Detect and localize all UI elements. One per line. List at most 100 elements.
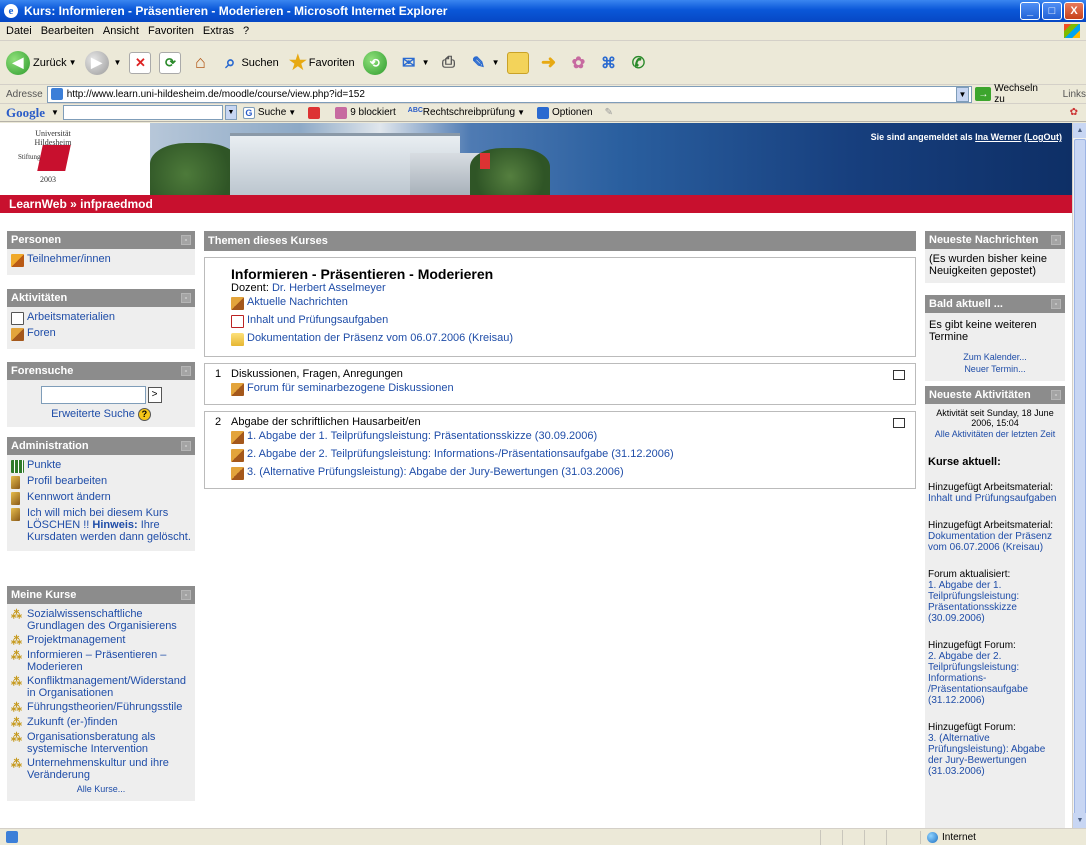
menu-favoriten[interactable]: Favoriten xyxy=(148,25,194,37)
all-courses-link[interactable]: Alle Kurse... xyxy=(77,784,126,794)
materials-link[interactable]: Arbeitsmaterialien xyxy=(11,311,191,325)
logout-link[interactable]: (LogOut) xyxy=(1024,132,1062,142)
close-button[interactable]: X xyxy=(1064,2,1084,20)
options-button[interactable]: Optionen xyxy=(536,106,593,119)
chevron-down-icon[interactable]: ▼ xyxy=(69,58,77,67)
chevron-down-icon[interactable]: ▼ xyxy=(517,108,525,117)
chevron-down-icon[interactable]: ▼ xyxy=(288,108,296,117)
course-link[interactable]: ⁂ Führungstheorien/Führungsstile xyxy=(11,701,191,714)
menu-extras[interactable]: Extras xyxy=(203,25,234,37)
chevron-down-icon[interactable]: ▼ xyxy=(422,58,430,67)
all-activities-link[interactable]: Alle Aktivitäten der letzten Zeit xyxy=(935,429,1056,439)
back-button[interactable]: ◀ Zurück ▼ xyxy=(6,50,77,75)
lecturer-link[interactable]: Dr. Herbert Asselmeyer xyxy=(272,282,386,294)
forum-link[interactable]: 1. Abgabe der 1. Teilprüfungsleistung: P… xyxy=(231,430,915,444)
change-password-link[interactable]: Kennwort ändern xyxy=(11,491,191,505)
activity-link[interactable]: 1. Abgabe der 1. Teilprüfungsleistung: P… xyxy=(928,580,1062,624)
google-pagerank-button[interactable] xyxy=(308,106,323,119)
go-button[interactable]: → Wechseln zu xyxy=(975,83,1050,105)
forums-link[interactable]: Foren xyxy=(11,327,191,341)
spellcheck-button[interactable]: ABC Rechtschreibprüfung ▼ xyxy=(408,107,525,119)
section-toggle-checkbox[interactable] xyxy=(893,370,905,380)
menu-bearbeiten[interactable]: Bearbeiten xyxy=(41,25,94,37)
research-button[interactable]: ⌘ xyxy=(597,52,619,74)
chevron-down-icon[interactable]: ▼ xyxy=(492,58,500,67)
breadcrumb[interactable]: LearnWeb » infpraedmod xyxy=(0,195,1072,213)
window-title-bar[interactable]: e Kurs: Informieren - Präsentieren - Mod… xyxy=(0,0,1086,22)
collapse-icon[interactable]: - xyxy=(181,235,191,245)
google-search-button[interactable]: G Suche ▼ xyxy=(242,106,296,119)
mail-button[interactable]: ✉ ▼ xyxy=(398,52,430,74)
translate-icon[interactable]: ✿ xyxy=(1070,107,1078,118)
forum-link[interactable]: 2. Abgabe der 2. Teilprüfungsleistung: I… xyxy=(231,448,915,462)
activity-link[interactable]: Inhalt und Prüfungsaufgaben xyxy=(928,493,1062,504)
activity-link[interactable]: Dokumentation der Präsenz vom 06.07.2006… xyxy=(928,531,1062,553)
msn-button[interactable]: ✿ xyxy=(567,52,589,74)
menu-ansicht[interactable]: Ansicht xyxy=(103,25,139,37)
minimize-button[interactable]: _ xyxy=(1020,2,1040,20)
maximize-button[interactable]: □ xyxy=(1042,2,1062,20)
forum-link[interactable]: 3. (Alternative Prüfungsleistung): Abgab… xyxy=(231,466,915,480)
activity-link[interactable]: 2. Abgabe der 2. Teilprüfungsleistung: I… xyxy=(928,651,1062,706)
popup-blocker-button[interactable]: 9 blockiert xyxy=(335,106,396,119)
collapse-icon[interactable]: - xyxy=(1051,235,1061,245)
course-link[interactable]: ⁂ Zukunft (er-)finden xyxy=(11,716,191,729)
resource-link[interactable]: Inhalt und Prüfungsaufgaben xyxy=(231,314,915,328)
pencil-icon[interactable]: ✎ xyxy=(605,107,613,118)
address-dropdown-icon[interactable]: ▼ xyxy=(955,86,970,102)
print-button[interactable]: ⎙ xyxy=(438,52,460,74)
collapse-icon[interactable]: - xyxy=(181,366,191,376)
course-link[interactable]: ⁂ Unternehmenskultur und ihre Veränderung xyxy=(11,757,191,781)
scroll-thumb[interactable] xyxy=(1074,139,1086,819)
edit-button[interactable]: ✎ ▼ xyxy=(468,52,500,74)
refresh-button[interactable]: ⟳ xyxy=(159,51,182,74)
vertical-scrollbar[interactable]: ▲ ▼ xyxy=(1072,123,1086,828)
menu-datei[interactable]: Datei xyxy=(6,25,32,37)
section-toggle-checkbox[interactable] xyxy=(893,418,905,428)
forum-link[interactable]: Forum für seminarbezogene Diskussionen xyxy=(231,382,915,396)
google-logo[interactable]: Google xyxy=(6,105,45,121)
news-forum-link[interactable]: Aktuelle Nachrichten xyxy=(231,296,915,310)
course-link[interactable]: ⁂ Informieren – Präsentieren – Moderieren xyxy=(11,649,191,673)
scroll-up-icon[interactable]: ▲ xyxy=(1073,123,1086,138)
search-button[interactable]: ⌕ Suchen xyxy=(219,52,278,74)
menu-help[interactable]: ? xyxy=(243,25,249,37)
address-input[interactable]: http://www.learn.uni-hildesheim.de/moodl… xyxy=(46,85,972,103)
google-search-input[interactable] xyxy=(62,105,223,120)
links-button[interactable]: Links xyxy=(1063,89,1086,100)
stop-button[interactable]: ✕ xyxy=(129,51,152,74)
home-button[interactable]: ⌂ xyxy=(189,52,211,74)
help-icon[interactable]: ? xyxy=(137,408,151,421)
collapse-icon[interactable]: - xyxy=(1051,299,1061,309)
forum-search-go-button[interactable]: > xyxy=(147,387,162,403)
forum-search-input[interactable] xyxy=(40,386,146,404)
chevron-down-icon[interactable]: ▼ xyxy=(51,108,59,117)
forward-button[interactable]: ▶ ▼ xyxy=(84,50,122,75)
course-link[interactable]: ⁂ Konfliktmanagement/Widerstand in Organi… xyxy=(11,675,191,699)
collapse-icon[interactable]: - xyxy=(181,590,191,600)
unenrol-link[interactable]: Ich will mich bei diesem Kurs LÖSCHEN !!… xyxy=(11,507,191,543)
collapse-icon[interactable]: - xyxy=(181,441,191,451)
calendar-link[interactable]: Zum Kalender... xyxy=(963,352,1027,362)
activity-link[interactable]: 3. (Alternative Prüfungsleistung): Abgab… xyxy=(928,733,1062,777)
collapse-icon[interactable]: - xyxy=(1051,390,1061,400)
advanced-search-link[interactable]: Erweiterte Suche ? xyxy=(11,408,191,421)
course-link[interactable]: ⁂ Sozialwissenschaftliche Grundlagen des … xyxy=(11,608,191,632)
scroll-down-icon[interactable]: ▼ xyxy=(1073,813,1086,828)
google-search-dropdown-icon[interactable]: ▼ xyxy=(224,105,237,120)
university-logo[interactable]: Universität Hildesheim Stiftung 2003 xyxy=(18,129,88,189)
contacts-button[interactable]: ✆ xyxy=(627,52,649,74)
user-name-link[interactable]: Ina Werner xyxy=(975,132,1021,142)
folder-button[interactable] xyxy=(507,51,530,74)
course-link[interactable]: ⁂ Projektmanagement xyxy=(11,634,191,647)
history-button[interactable]: ⟲ xyxy=(362,50,390,75)
course-link[interactable]: ⁂ Organisationsberatung als systemische I… xyxy=(11,731,191,755)
grades-link[interactable]: Punkte xyxy=(11,459,191,473)
chevron-down-icon[interactable]: ▼ xyxy=(114,58,122,67)
folder-link[interactable]: Dokumentation der Präsenz vom 06.07.2006… xyxy=(231,332,915,346)
messenger-button[interactable]: ➜ xyxy=(537,52,559,74)
edit-profile-link[interactable]: Profil bearbeiten xyxy=(11,475,191,489)
new-event-link[interactable]: Neuer Termin... xyxy=(964,364,1025,374)
favorites-button[interactable]: ★ Favoriten xyxy=(287,52,355,74)
collapse-icon[interactable]: - xyxy=(181,293,191,303)
